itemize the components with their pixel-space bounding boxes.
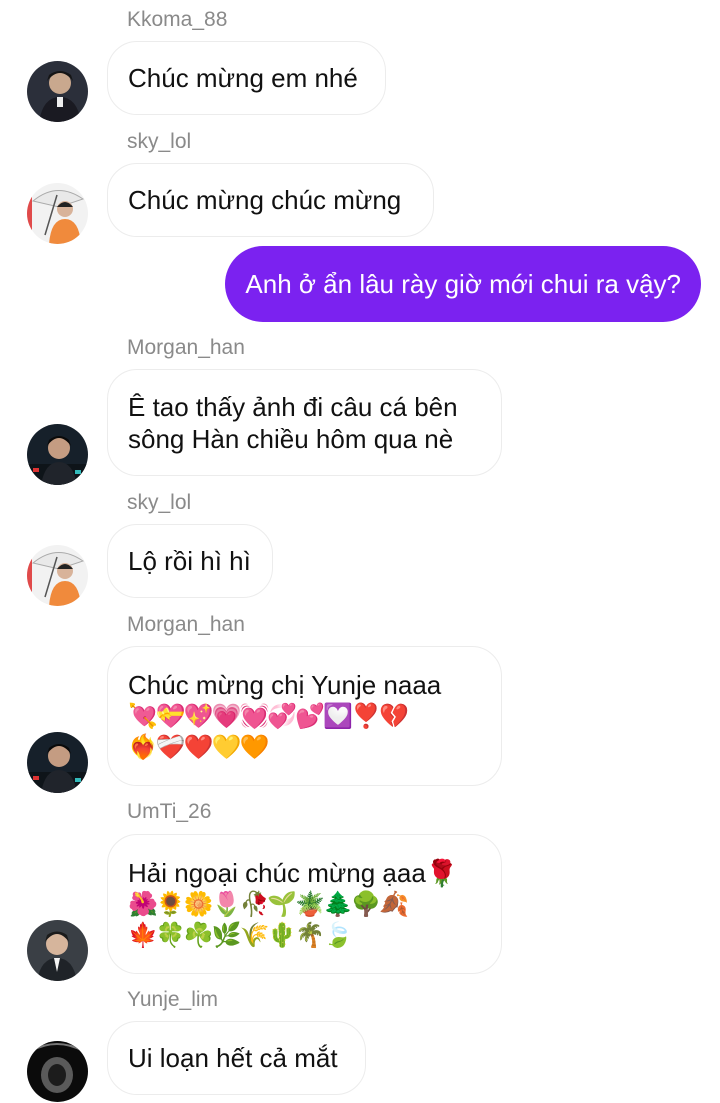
avatar-yunje[interactable] (27, 1041, 88, 1102)
avatar-morgan[interactable] (27, 732, 88, 793)
message-bubble[interactable]: Chúc mừng chị Yunje naaa 💘💝💖💗💓💞💕💟❣️💔 ❤️‍… (107, 646, 502, 786)
message-text: Ê tao thấy ảnh đi câu cá bên (128, 391, 458, 422)
emoji-line: 💘💝💖💗💓💞💕💟❣️💔 (128, 702, 409, 730)
sender-name: Kkoma_88 (127, 8, 228, 31)
sender-name: Morgan_han (127, 336, 245, 359)
emoji-line: 🌺🌻🌼🌷🥀🌱🪴🌲🌳🍂 (128, 890, 409, 918)
avatar-sky[interactable] (27, 545, 88, 606)
avatar-morgan[interactable] (27, 424, 88, 485)
sender-name: sky_lol (127, 491, 192, 514)
message-text: Chúc mừng chúc mừng (128, 185, 402, 215)
emoji-line: 🍁🍀☘️🌿🌾🌵🌴🍃 (128, 921, 353, 949)
emoji-line: ❤️‍🔥❤️‍🩹❤️💛🧡 (128, 733, 269, 761)
message-text: Hải ngoại chúc mừng ạaa🌹 (128, 858, 459, 888)
message-text: Chúc mừng chị Yunje naaa (128, 670, 442, 700)
message-bubble[interactable]: Chúc mừng chúc mừng (107, 163, 434, 237)
message-bubble[interactable]: Ê tao thấy ảnh đi câu cá bên sông Hàn ch… (107, 369, 502, 476)
message-text: sông Hàn chiều hôm qua nè (128, 423, 454, 454)
avatar-umti[interactable] (27, 920, 88, 981)
sender-name: sky_lol (127, 130, 192, 153)
avatar-kkoma[interactable] (27, 61, 88, 122)
message-text: Anh ở ẩn lâu rày giờ mới chui ra vậy? (245, 269, 681, 299)
message-text: Chúc mừng em nhé (128, 63, 358, 93)
sender-name: Yunje_lim (127, 988, 219, 1011)
message-bubble[interactable]: Hải ngoại chúc mừng ạaa🌹 🌺🌻🌼🌷🥀🌱🪴🌲🌳🍂 🍁🍀☘️… (107, 834, 502, 974)
sender-name: Morgan_han (127, 613, 245, 636)
sender-name: UmTi_26 (127, 800, 212, 823)
outgoing-message-bubble[interactable]: Anh ở ẩn lâu rày giờ mới chui ra vậy? (225, 246, 701, 322)
avatar-sky[interactable] (27, 183, 88, 244)
message-text: Ui loạn hết cả mắt (128, 1043, 338, 1073)
message-bubble[interactable]: Lộ rồi hì hì (107, 524, 273, 598)
message-text: Lộ rồi hì hì (128, 546, 251, 576)
message-bubble[interactable]: Chúc mừng em nhé (107, 41, 386, 115)
message-bubble[interactable]: Ui loạn hết cả mắt (107, 1021, 366, 1095)
